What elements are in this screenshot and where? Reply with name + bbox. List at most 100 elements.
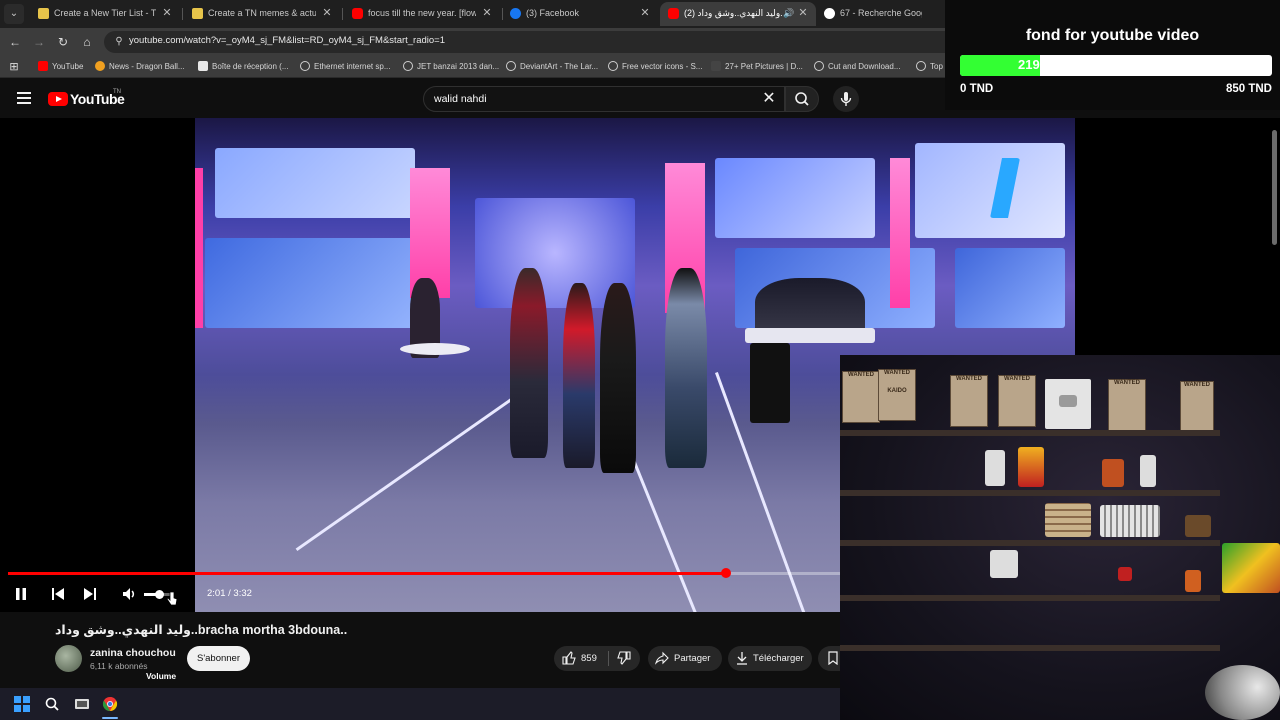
share-button[interactable]: Partager xyxy=(648,646,722,671)
tab-title: (2) وليد النهدي..وشق وداد...be xyxy=(684,8,782,18)
channel-name[interactable]: zanina chouchou xyxy=(90,647,176,659)
os-taskbar xyxy=(0,688,840,720)
task-view-icon[interactable] xyxy=(74,696,90,712)
close-icon[interactable]: ✕ xyxy=(796,6,810,20)
reload-icon[interactable]: ↻ xyxy=(55,34,71,50)
bookmark-cut-download[interactable]: Cut and Download... xyxy=(814,61,901,71)
search-icon[interactable] xyxy=(44,696,60,712)
bookmark-label: Cut and Download... xyxy=(828,62,901,71)
figurine xyxy=(1185,570,1201,592)
search-input[interactable]: walid nahdi ✕ xyxy=(423,86,785,112)
tab-title: (3) Facebook xyxy=(526,8,580,18)
video-progress-bar[interactable] xyxy=(8,568,840,578)
pause-icon[interactable] xyxy=(13,586,29,602)
sidebar-area xyxy=(1075,118,1280,355)
globe-icon xyxy=(814,61,824,71)
subscribe-button[interactable]: S'abonner xyxy=(187,646,250,671)
studio-screen xyxy=(205,238,435,328)
volume-handle[interactable] xyxy=(155,590,164,599)
avatar[interactable] xyxy=(55,645,82,672)
browser-tab-focus[interactable]: focus till the new year. [flow state] ✕ xyxy=(344,2,500,26)
site-info-icon[interactable]: ⚲ xyxy=(112,35,126,49)
speaker-icon[interactable]: 🔊 xyxy=(782,6,796,20)
clear-search-icon[interactable]: ✕ xyxy=(760,90,778,108)
menu-icon[interactable] xyxy=(17,92,31,104)
globe-icon xyxy=(608,61,618,71)
close-icon[interactable]: ✕ xyxy=(320,6,334,20)
bookmark-youtube[interactable]: YouTube xyxy=(38,61,83,71)
download-button[interactable]: Télécharger xyxy=(728,646,812,671)
browser-tab-active-video[interactable]: (2) وليد النهدي..وشق وداد...be 🔊 ✕ xyxy=(660,2,816,26)
youtube-favicon-icon xyxy=(352,8,363,19)
thumbs-up-icon xyxy=(562,651,576,665)
webcam-overlay: WANTED WANTED KAIDO WANTED WANTED WANTED … xyxy=(840,355,1280,720)
person-silhouette xyxy=(600,283,636,473)
bookmark-pet-pictures[interactable]: 27+ Pet Pictures | D... xyxy=(711,61,803,71)
studio-screen xyxy=(215,148,415,218)
donation-heading: fond for youtube video xyxy=(1025,27,1200,44)
wanted-poster: WANTED xyxy=(1180,381,1214,433)
browser-tab-google[interactable]: 67 - Recherche Google xyxy=(816,2,946,26)
mail-icon xyxy=(198,61,208,71)
forward-arrow-icon[interactable]: → xyxy=(31,34,47,50)
bookmark-inbox[interactable]: Boîte de réception (... xyxy=(198,61,289,71)
studio-screen xyxy=(715,158,875,238)
bookmark-label: DeviantArt - The Lar... xyxy=(520,62,599,71)
bookmark-top[interactable]: Top xyxy=(916,61,943,71)
silver-play-button-award xyxy=(1045,379,1091,429)
bookmark-free-vector[interactable]: Free vector icons - S... xyxy=(608,61,702,71)
page-scrollbar[interactable] xyxy=(1272,130,1277,245)
shelf xyxy=(840,430,1220,436)
divider xyxy=(608,651,609,666)
close-icon[interactable]: ✕ xyxy=(638,6,652,20)
close-icon[interactable]: ✕ xyxy=(480,6,494,20)
volume-tooltip: Volume xyxy=(146,671,177,681)
previous-icon[interactable] xyxy=(50,586,66,602)
pet-pictures-icon xyxy=(711,61,721,71)
bookmark-label: 27+ Pet Pictures | D... xyxy=(725,62,803,71)
subscriber-count: 6,11 k abonnés xyxy=(90,661,148,671)
apps-grid-icon[interactable]: ⊞ xyxy=(6,59,22,75)
chrome-icon[interactable] xyxy=(102,696,118,712)
volume-icon[interactable] xyxy=(121,586,137,602)
lamp xyxy=(1205,665,1280,720)
search-button[interactable] xyxy=(785,86,819,112)
bookmark-dragonball[interactable]: News - Dragon Ball... xyxy=(95,61,185,71)
browser-tab-facebook[interactable]: (3) Facebook ✕ xyxy=(502,2,658,26)
hand-cursor-icon xyxy=(166,591,178,606)
back-arrow-icon[interactable]: ← xyxy=(7,34,23,50)
neon-light xyxy=(195,168,203,328)
youtube-logo-icon[interactable] xyxy=(48,92,68,106)
bookmark-jet-banzai[interactable]: JET banzai 2013 dan... xyxy=(403,61,499,71)
youtube-icon xyxy=(38,61,48,71)
browser-tab-tiermaker[interactable]: Create a New Tier List - TierMaker ✕ xyxy=(30,2,180,26)
video-time: 2:01 / 3:32 xyxy=(207,588,252,599)
tab-search-icon[interactable]: ⌄ xyxy=(4,4,24,24)
donation-current-amount: 219 xyxy=(1018,57,1040,72)
search-query: walid nahdi xyxy=(434,93,487,105)
globe-icon xyxy=(506,61,516,71)
bookmark-label: News - Dragon Ball... xyxy=(109,62,185,71)
windows-start-icon[interactable] xyxy=(14,696,30,712)
address-bar[interactable]: ⚲ youtube.com/watch?v=_oyM4_sj_FM&list=R… xyxy=(104,31,964,53)
shelf xyxy=(840,595,1220,601)
video-player[interactable]: Volume xyxy=(0,118,1075,681)
bookmark-label: Free vector icons - S... xyxy=(622,62,703,71)
browser-tab-tn-memes[interactable]: Create a TN memes & actu 2023 ✕ xyxy=(184,2,340,26)
progress-scrubber[interactable] xyxy=(721,568,732,578)
voice-search-button[interactable] xyxy=(833,86,859,112)
figurine xyxy=(1185,515,1211,537)
tiermaker-favicon-icon xyxy=(38,8,49,19)
home-icon[interactable]: ⌂ xyxy=(79,34,95,50)
wanted-poster: WANTED xyxy=(1108,379,1146,431)
save-button[interactable] xyxy=(818,646,842,671)
tab-divider xyxy=(342,8,343,20)
dislike-button[interactable] xyxy=(610,646,640,671)
wanted-poster: WANTED xyxy=(842,371,880,423)
next-icon[interactable] xyxy=(82,586,98,602)
bookmark-deviantart[interactable]: DeviantArt - The Lar... xyxy=(506,61,598,71)
close-icon[interactable]: ✕ xyxy=(160,6,174,20)
bookmark-ethernet[interactable]: Ethernet internet sp... xyxy=(300,61,391,71)
like-button[interactable]: 859 xyxy=(554,646,608,671)
figurine xyxy=(1018,447,1044,487)
